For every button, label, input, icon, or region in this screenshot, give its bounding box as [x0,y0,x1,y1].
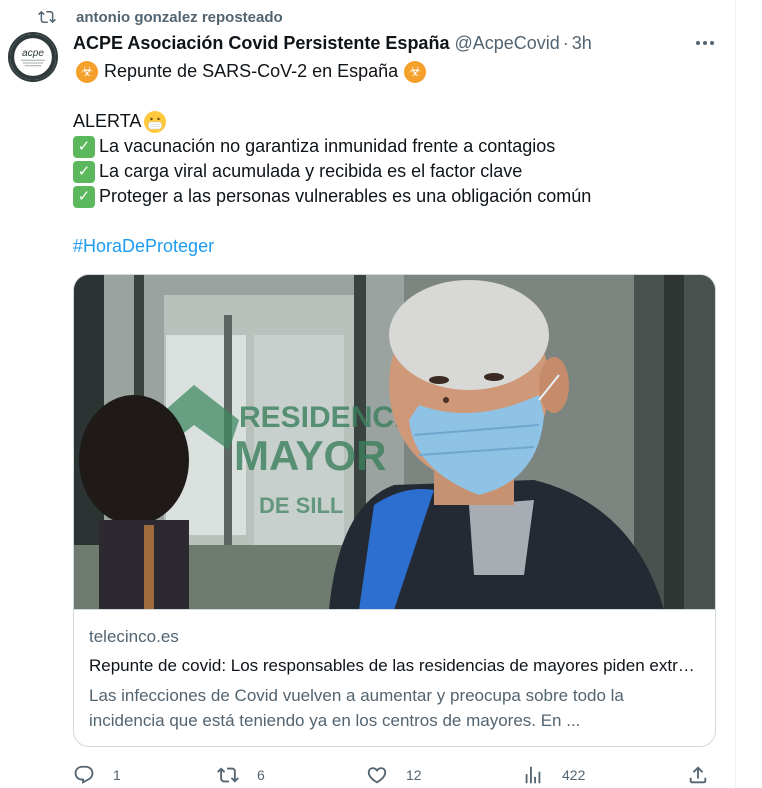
card-domain: telecinco.es [89,627,179,646]
share-button[interactable] [687,762,709,788]
list-item-text: La carga viral acumulada y recibida es e… [99,161,523,181]
like-count: 12 [406,767,422,783]
repost-count: 6 [257,767,265,783]
link-card[interactable]: RESIDENCIA MAYOR DE SILL telecinco.es Re… [73,274,716,747]
sign-text: DE SILL [259,493,343,518]
alert-text: ALERTA [73,111,142,131]
views-count: 422 [562,767,586,783]
check-mark-icon: ✓ [73,185,95,208]
list-item: ✓ Proteger a las personas vulnerables es… [73,184,723,209]
repost-icon [217,767,239,783]
views-button[interactable]: 422 [522,762,585,788]
post-timestamp[interactable]: 3h [572,33,592,54]
headline-text: Repunte de SARS-CoV-2 en España [104,61,399,81]
biohazard-icon: ☣ [404,60,427,83]
like-button[interactable]: 12 [366,762,422,788]
reply-button[interactable]: 1 [73,762,121,788]
tweet-text: ☣ Repunte de SARS-CoV-2 en España ☣ ALER… [73,59,723,259]
alert-line: ALERTA [73,109,723,134]
list-item-text: Proteger a las personas vulnerables es u… [99,186,592,206]
card-image[interactable]: RESIDENCIA MAYOR DE SILL [74,275,715,610]
avatar[interactable]: acpe [8,32,58,82]
list-item-text: La vacunación no garantiza inmunidad fre… [99,136,556,156]
like-icon [367,767,387,784]
author-handle[interactable]: @AcpeCovid [454,33,559,54]
repost-context[interactable]: antonio gonzalez reposteado [36,6,283,28]
reply-count: 1 [113,767,121,783]
views-icon [525,766,541,784]
tweet-header: ACPE Asociación Covid Persistente España… [73,32,592,54]
more-icon [696,41,714,45]
action-bar: 1 6 12 422 [73,762,718,788]
card-title: Repunte de covid: Los responsables de la… [89,656,704,675]
biohazard-icon: ☣ [76,60,98,83]
check-mark-icon: ✓ [73,160,95,183]
check-mark-icon: ✓ [73,135,95,158]
sign-text: MAYOR [234,432,386,479]
author-name[interactable]: ACPE Asociación Covid Persistente España [73,33,449,54]
repost-label: antonio gonzalez reposteado [76,8,283,26]
headline-line: ☣ Repunte de SARS-CoV-2 en España ☣ [73,59,723,84]
header-separator: · [562,32,569,53]
mask-face-icon [144,110,167,133]
avatar-logo-text: acpe [22,48,44,59]
timeline-border [735,0,736,788]
repost-button[interactable]: 6 [217,762,265,788]
hashtag-line: #HoraDeProteger [73,234,723,259]
reply-icon [74,765,94,784]
hashtag-link[interactable]: #HoraDeProteger [73,234,214,259]
list-item: ✓ La carga viral acumulada y recibida es… [73,159,723,184]
list-item: ✓ La vacunación no garantiza inmunidad f… [73,134,723,159]
more-options-button[interactable] [690,32,720,54]
card-description: Las infecciones de Covid vuelven a aumen… [89,686,624,730]
share-icon [689,766,707,784]
repost-icon [36,7,58,27]
